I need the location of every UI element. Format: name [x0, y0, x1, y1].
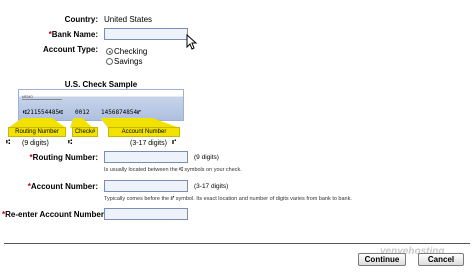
- account-number-digits: (3-17 digits): [194, 183, 229, 190]
- account-number-input[interactable]: [104, 180, 188, 192]
- account-number-hint: Typically comes before the ⑈ symbol. Its…: [104, 196, 352, 202]
- check-micr-account: 1456874854⑈: [101, 109, 141, 116]
- routing-number-hint: Is usually located between the ⑆ symbols…: [104, 167, 242, 173]
- check-micr-number: 0012: [75, 109, 90, 116]
- check-sample-title: U.S. Check Sample: [64, 80, 138, 89]
- reenter-account-input[interactable]: [104, 208, 188, 220]
- routing-symbol-left: ⑆: [6, 139, 11, 146]
- check-sample-image: MEMO ⑆211554485⑆ 0012 1456874854⑈: [18, 89, 184, 121]
- tag-account-number: Account Number: [108, 127, 180, 137]
- tag-check-number: Check#: [72, 127, 98, 137]
- country-value: United States: [104, 15, 153, 24]
- account-symbol: ⑈: [172, 139, 177, 146]
- account-number-label: *Account Number:: [27, 182, 98, 191]
- check-micr-routing: ⑆211554485⑆: [23, 109, 63, 116]
- routing-number-digits: (9 digits): [194, 154, 219, 161]
- tag-routing-number: Routing Number: [8, 127, 66, 137]
- account-type-label: Account Type:: [43, 45, 98, 54]
- routing-number-label: *Routing Number:: [29, 153, 98, 162]
- account-digits-note: (3-17 digits): [130, 140, 167, 147]
- cancel-button[interactable]: Cancel: [418, 253, 464, 266]
- routing-number-input[interactable]: [104, 151, 188, 163]
- mouse-cursor-icon: [186, 34, 198, 50]
- radio-savings[interactable]: Savings: [106, 57, 142, 66]
- radio-savings-label: Savings: [114, 57, 143, 66]
- routing-digits-note: (9 digits): [22, 140, 49, 147]
- bank-name-label: *Bank Name:: [48, 30, 98, 39]
- radio-checking[interactable]: Checking: [106, 47, 147, 56]
- reenter-account-label: *Re-enter Account Number:: [2, 210, 107, 219]
- continue-button[interactable]: Continue: [358, 253, 406, 266]
- radio-checking-control[interactable]: [106, 48, 113, 55]
- radio-checking-label: Checking: [114, 47, 148, 56]
- check-memo-line: [22, 99, 62, 100]
- routing-symbol-right: ⑆: [68, 139, 73, 146]
- footer-divider: [4, 243, 470, 244]
- radio-savings-control[interactable]: [106, 58, 113, 65]
- country-label: Country:: [64, 15, 98, 24]
- bank-name-input[interactable]: [104, 28, 188, 40]
